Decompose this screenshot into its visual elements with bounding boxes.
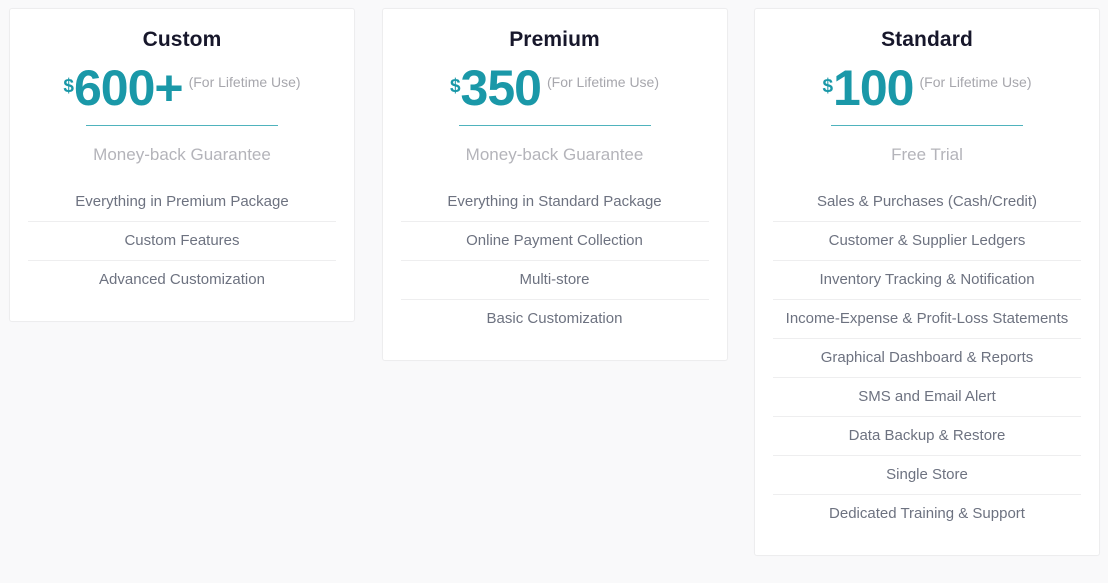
list-item: Graphical Dashboard & Reports	[773, 338, 1081, 377]
plan-title: Custom	[142, 28, 222, 51]
list-item: Everything in Premium Package	[75, 193, 289, 210]
list-item: Advanced Customization	[28, 260, 336, 299]
list-item: Data Backup & Restore	[773, 416, 1081, 455]
pricing-plans-container: Custom $ 600+ (For Lifetime Use) Money-b…	[0, 0, 1108, 583]
list-item: Inventory Tracking & Notification	[773, 260, 1081, 299]
plan-price: $ 100 (For Lifetime Use)	[773, 59, 1081, 117]
list-item: Basic Customization	[400, 299, 709, 338]
list-item: Multi-store	[400, 260, 709, 299]
list-item: Dedicated Training & Support	[773, 494, 1081, 533]
list-item: Single Store	[773, 455, 1081, 494]
list-item: SMS and Email Alert	[773, 377, 1081, 416]
list-item: Customer & Supplier Ledgers	[773, 221, 1081, 260]
plan-title: Standard	[881, 28, 973, 51]
feature-list: Everything in Standard Package Online Pa…	[400, 183, 709, 338]
currency-symbol: $	[63, 76, 74, 97]
list-item: Online Payment Collection	[400, 221, 709, 260]
price-period-note: (For Lifetime Use)	[546, 74, 660, 90]
plan-card-custom[interactable]: Custom $ 600+ (For Lifetime Use) Money-b…	[9, 8, 355, 322]
list-item: Income-Expense & Profit-Loss Statements	[773, 299, 1081, 338]
price-amount: 100	[833, 60, 914, 116]
plan-price: $ 350 (For Lifetime Use)	[401, 59, 709, 117]
feature-list: Sales & Purchases (Cash/Credit) Customer…	[773, 183, 1081, 533]
plan-price: $ 600+ (For Lifetime Use)	[28, 59, 336, 117]
price-period-note: (For Lifetime Use)	[919, 74, 1032, 90]
plan-card-standard[interactable]: Standard $ 100 (For Lifetime Use) Free T…	[754, 8, 1100, 556]
list-item: Everything in Standard Package	[447, 193, 662, 210]
feature-list: Everything in Premium Package Custom Fea…	[28, 183, 336, 299]
plan-card-premium[interactable]: Premium $ 350 (For Lifetime Use) Money-b…	[381, 8, 728, 361]
price-amount: 600+	[73, 60, 184, 116]
plan-guarantee: Free Trial	[891, 145, 963, 164]
plan-title: Premium	[509, 28, 600, 51]
price-amount: 350	[460, 60, 542, 116]
list-item: Custom Features	[28, 221, 336, 260]
plan-guarantee: Money-back Guarantee	[465, 145, 644, 164]
price-period-note: (For Lifetime Use)	[188, 74, 301, 90]
currency-symbol: $	[822, 76, 834, 97]
plan-guarantee: Money-back Guarantee	[93, 145, 271, 164]
currency-symbol: $	[449, 76, 461, 97]
list-item: Sales & Purchases (Cash/Credit)	[816, 193, 1038, 210]
